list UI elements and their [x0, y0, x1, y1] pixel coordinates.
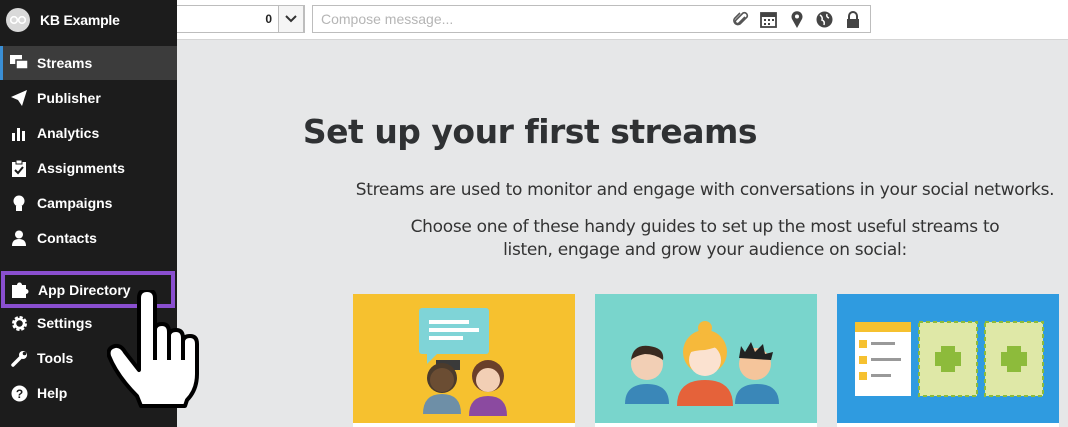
sidebar-item-label: Streams: [37, 55, 93, 71]
guide-card-listen[interactable]: [353, 294, 575, 427]
sidebar-item-label: Publisher: [37, 90, 101, 106]
hand-pointer-cursor-icon: [106, 288, 212, 413]
account-switcher[interactable]: KB Example: [0, 0, 177, 40]
audience-illustration-icon: [625, 321, 779, 406]
sidebar-item-label: Assignments: [37, 160, 125, 176]
streams-icon: [10, 54, 28, 72]
conversation-illustration-icon: [419, 308, 507, 416]
calendar-icon[interactable]: [759, 10, 778, 29]
sidebar-item-label: Settings: [37, 315, 93, 331]
compose-tools: [731, 10, 862, 29]
paper-plane-icon: [10, 89, 28, 107]
guide-card-engage[interactable]: [595, 294, 817, 427]
sidebar-item-label: Contacts: [37, 230, 97, 246]
question-icon: ?: [10, 384, 28, 402]
account-name: KB Example: [40, 12, 120, 28]
selected-profile-count: 0: [265, 12, 272, 26]
compose-box[interactable]: [312, 5, 871, 33]
compose-message-input[interactable]: [319, 10, 723, 28]
gear-icon: [10, 314, 28, 332]
chevron-down-icon[interactable]: [278, 5, 304, 33]
guide-card-grow[interactable]: [837, 294, 1059, 427]
clipboard-icon: [10, 159, 28, 177]
globe-icon[interactable]: [815, 10, 834, 29]
sidebar-item-contacts[interactable]: Contacts: [0, 221, 177, 255]
wrench-icon: [10, 349, 28, 367]
sidebar-item-publisher[interactable]: Publisher: [0, 81, 177, 115]
sidebar-item-assignments[interactable]: Assignments: [0, 151, 177, 185]
puzzle-icon: [11, 281, 29, 299]
main-content: Set up your first streams Streams are us…: [177, 40, 1068, 427]
bar-chart-icon: [10, 124, 28, 142]
owl-logo-icon: [6, 8, 30, 32]
page-title: Set up your first streams: [302, 112, 758, 151]
sidebar-item-streams[interactable]: Streams: [0, 46, 177, 80]
lightbulb-icon: [10, 194, 28, 212]
page-subtitle: Streams are used to monitor and engage w…: [355, 180, 1055, 200]
top-bar: 0: [177, 0, 1068, 40]
paperclip-icon[interactable]: [731, 10, 750, 29]
streams-layout-illustration-icon: [855, 321, 1044, 397]
sidebar-item-label: Help: [37, 385, 68, 401]
guide-text: Choose one of these handy guides to set …: [410, 217, 1000, 260]
lock-icon[interactable]: [843, 10, 862, 29]
sidebar-item-campaigns[interactable]: Campaigns: [0, 186, 177, 220]
sidebar-item-label: Campaigns: [37, 195, 113, 211]
sidebar-item-label: Tools: [37, 350, 74, 366]
profile-selector[interactable]: 0: [177, 5, 305, 33]
person-icon: [10, 229, 28, 247]
map-pin-icon[interactable]: [787, 10, 806, 29]
sidebar-item-label: Analytics: [37, 125, 100, 141]
svg-text:?: ?: [15, 387, 22, 401]
